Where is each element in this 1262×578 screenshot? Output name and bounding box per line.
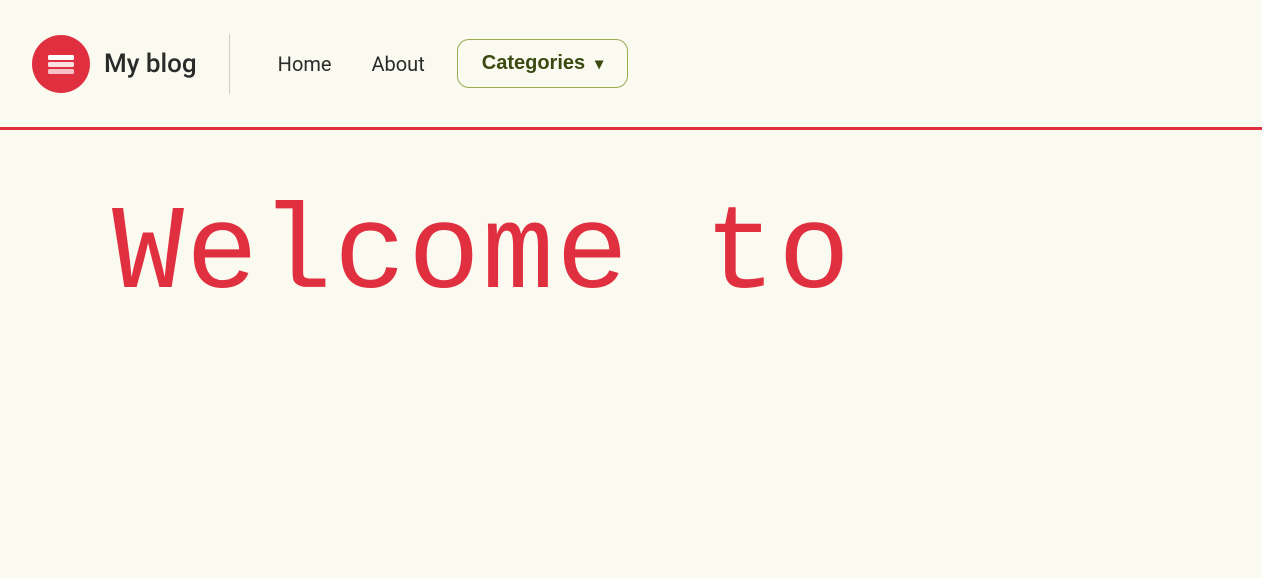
about-link[interactable]: About	[356, 44, 441, 84]
brand-link[interactable]: My blog	[32, 35, 197, 93]
brand-name: My blog	[104, 49, 197, 79]
home-link[interactable]: Home	[262, 44, 348, 84]
main-content: Welcome to	[0, 130, 1262, 362]
chevron-down-icon: ▾	[595, 54, 603, 74]
layers-icon	[44, 47, 78, 81]
nav-links: Home About Categories ▾	[262, 39, 629, 88]
categories-button[interactable]: Categories ▾	[457, 39, 628, 88]
categories-label: Categories	[482, 52, 585, 75]
navbar: My blog Home About Categories ▾	[0, 0, 1262, 130]
nav-divider	[229, 34, 230, 94]
welcome-heading: Welcome to	[112, 190, 852, 322]
logo-circle	[32, 35, 90, 93]
